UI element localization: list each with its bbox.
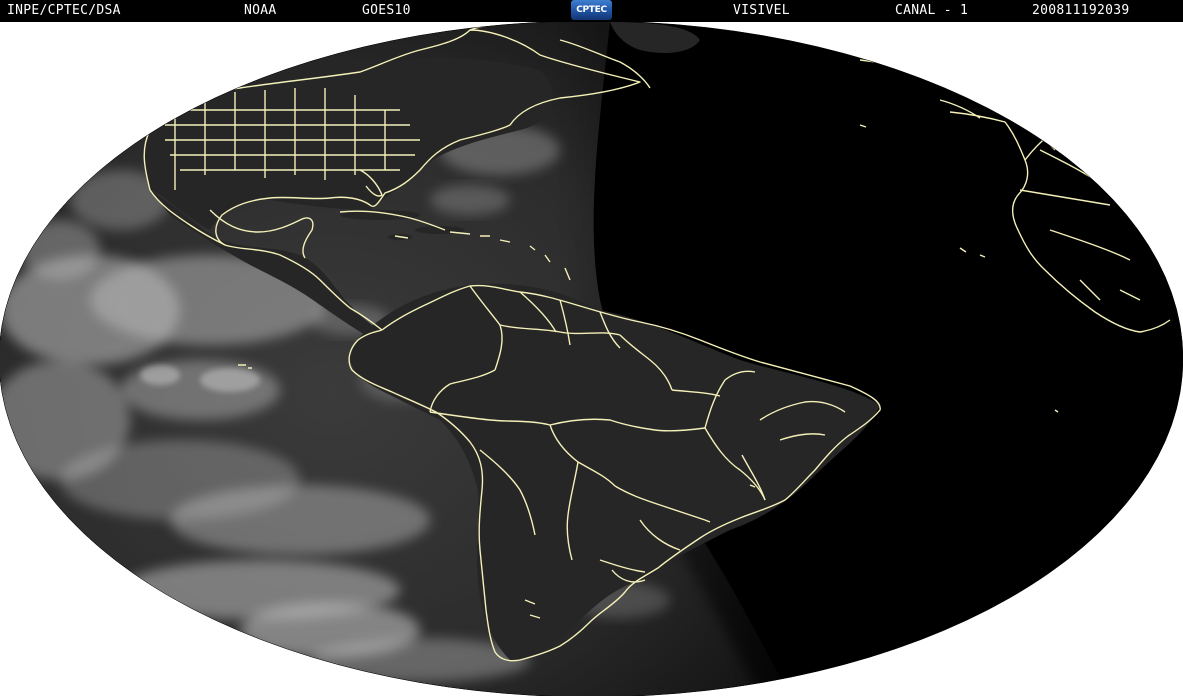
timestamp-label: 200811192039 (1032, 3, 1130, 18)
agency-label: INPE/CPTEC/DSA (7, 3, 121, 18)
satellite-globe-map (0, 22, 1183, 696)
channel-type-label: VISIVEL (733, 3, 790, 18)
cptec-logo-icon: CPTEC (571, 0, 612, 20)
operator-label: NOAA (244, 3, 277, 18)
satellite-image-page: INPE/CPTEC/DSA NOAA GOES10 CPTEC VISIVEL… (0, 0, 1183, 696)
logo-text: CPTEC (576, 5, 607, 15)
image-header-bar: INPE/CPTEC/DSA NOAA GOES10 CPTEC VISIVEL… (0, 0, 1183, 22)
channel-label: CANAL - 1 (895, 3, 969, 18)
satellite-label: GOES10 (362, 3, 411, 18)
